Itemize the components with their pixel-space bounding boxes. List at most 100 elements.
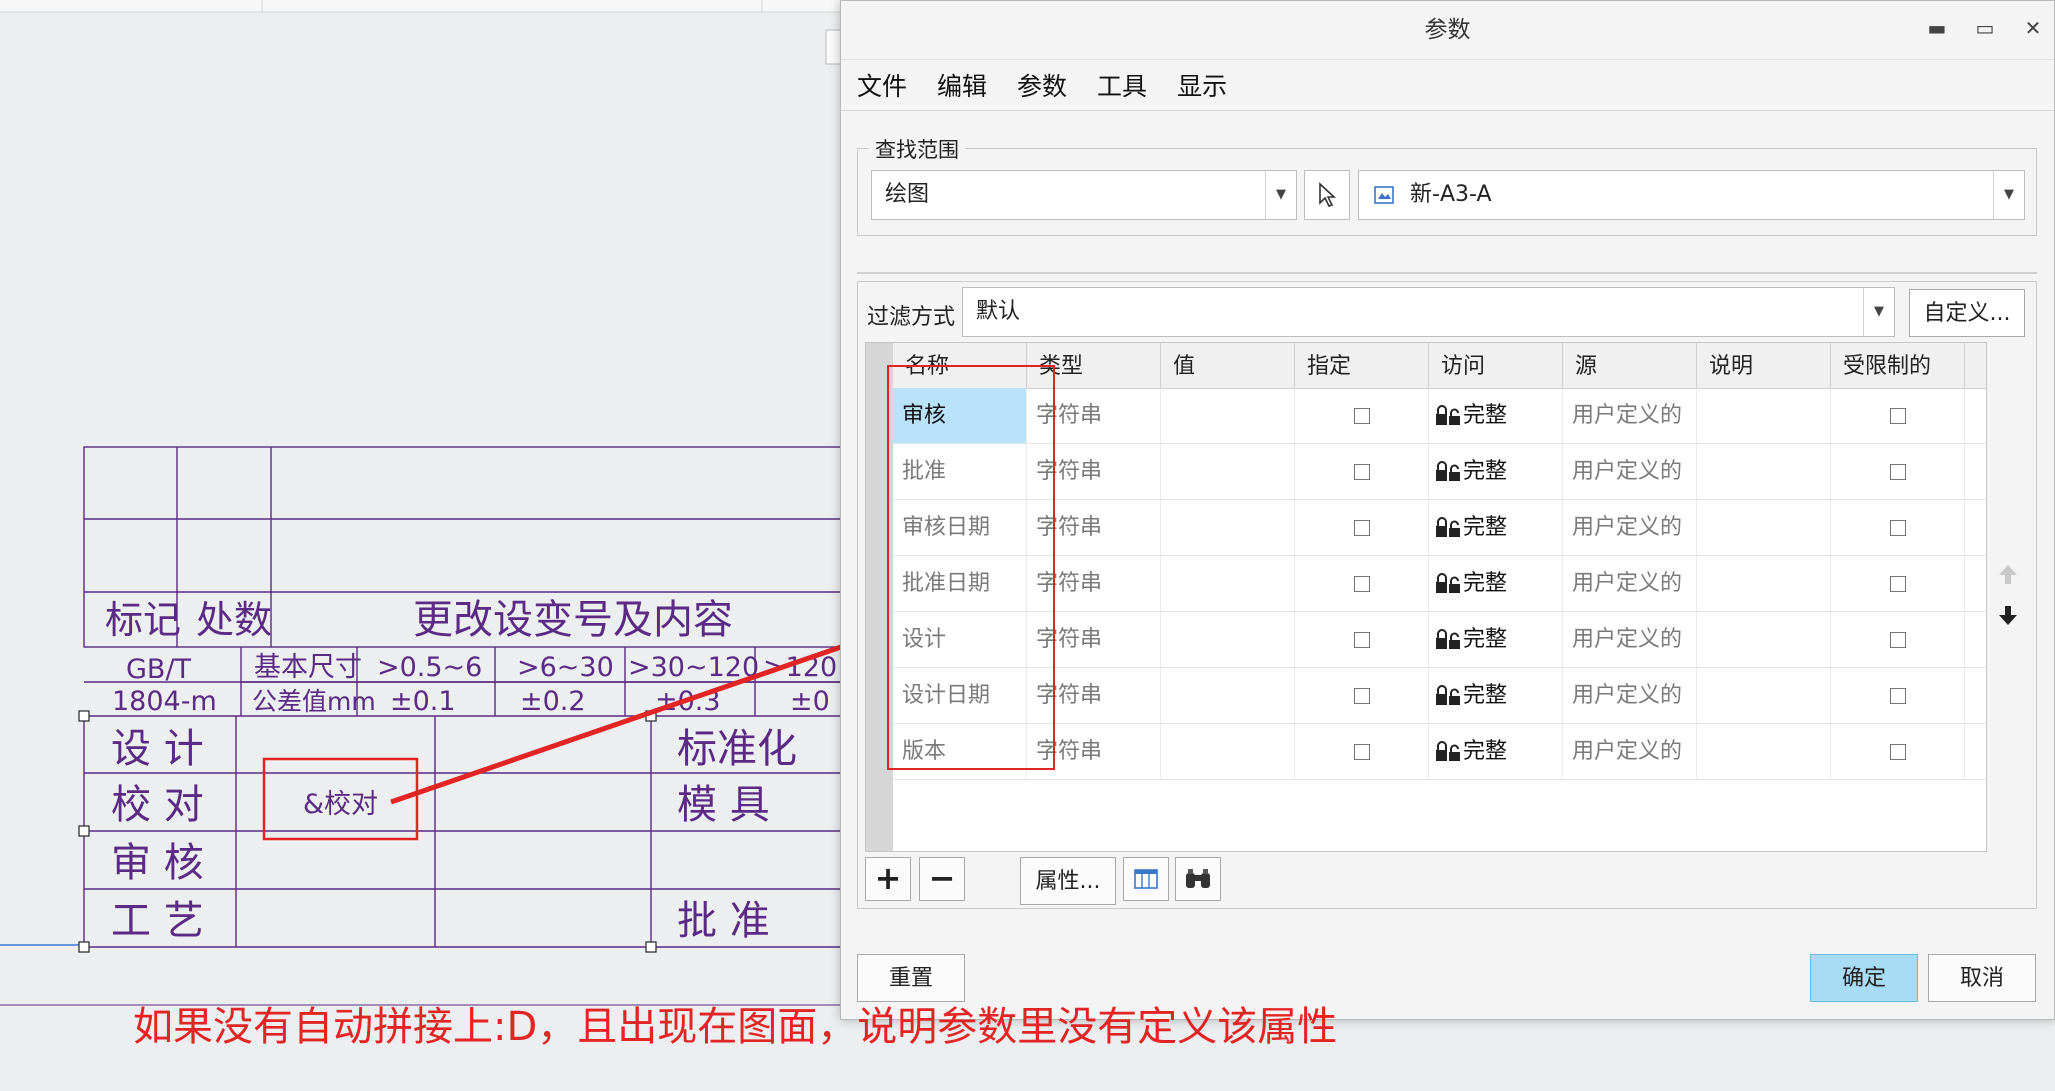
col-source[interactable]: 源 <box>1563 343 1697 388</box>
cell-value[interactable] <box>1161 556 1295 611</box>
checkbox[interactable] <box>1889 576 1906 592</box>
ok-button[interactable]: 确定 <box>1810 954 1918 1002</box>
chevron-down-icon[interactable]: ▼ <box>1993 171 2024 219</box>
table-row[interactable]: 版本 字符串 完整 用户定义的 <box>893 724 1986 780</box>
cell-value[interactable] <box>1161 612 1295 667</box>
cell-name[interactable]: 审核 <box>893 388 1027 443</box>
cell-description[interactable] <box>1697 668 1831 723</box>
cell-access[interactable]: 完整 <box>1429 612 1563 667</box>
menu-parameters[interactable]: 参数 <box>1017 67 1067 103</box>
cell-value[interactable] <box>1161 668 1295 723</box>
close-icon[interactable]: ✕ <box>2022 15 2044 41</box>
cell-name[interactable]: 审核日期 <box>893 500 1027 555</box>
cell-source[interactable]: 用户定义的 <box>1563 500 1697 555</box>
checkbox[interactable] <box>1889 688 1906 704</box>
col-description[interactable]: 说明 <box>1697 343 1831 388</box>
checkbox[interactable] <box>1353 520 1370 536</box>
cell-type[interactable]: 字符串 <box>1027 668 1161 723</box>
cell-restricted[interactable] <box>1831 444 1965 499</box>
table-row[interactable]: 设计 字符串 完整 用户定义的 <box>893 612 1986 668</box>
checkbox[interactable] <box>1353 408 1370 424</box>
cell-source[interactable]: 用户定义的 <box>1563 556 1697 611</box>
cell-value[interactable] <box>1161 724 1295 779</box>
table-row[interactable]: 审核 字符串 完整 用户定义的 <box>893 388 1986 444</box>
check-field-text[interactable]: &校对 <box>303 789 378 820</box>
cell-type[interactable]: 字符串 <box>1027 612 1161 667</box>
remove-parameter-button[interactable]: − <box>919 857 965 901</box>
table-row[interactable]: 设计日期 字符串 完整 用户定义的 <box>893 668 1986 724</box>
cell-restricted[interactable] <box>1831 500 1965 555</box>
cell-name[interactable]: 版本 <box>893 724 1027 779</box>
customize-button[interactable]: 自定义... <box>1909 289 2025 337</box>
col-access[interactable]: 访问 <box>1429 343 1563 388</box>
cell-description[interactable] <box>1697 500 1831 555</box>
cell-designate[interactable] <box>1295 500 1429 555</box>
cell-name[interactable]: 批准日期 <box>893 556 1027 611</box>
cell-access[interactable]: 完整 <box>1429 388 1563 443</box>
cell-value[interactable] <box>1161 388 1295 443</box>
col-type[interactable]: 类型 <box>1027 343 1161 388</box>
move-down-icon[interactable] <box>1996 602 2020 628</box>
table-row[interactable]: 批准日期 字符串 完整 用户定义的 <box>893 556 1986 612</box>
parameters-table[interactable]: 名称 类型 值 指定 访问 源 说明 受限制的 审核 字符串 完整 用户定义的 批准 字符… <box>865 342 1987 852</box>
checkbox[interactable] <box>1889 464 1906 480</box>
cell-access[interactable]: 完整 <box>1429 724 1563 779</box>
cell-type[interactable]: 字符串 <box>1027 500 1161 555</box>
cell-restricted[interactable] <box>1831 556 1965 611</box>
cell-name[interactable]: 设计 <box>893 612 1027 667</box>
checkbox[interactable] <box>1353 744 1370 760</box>
cell-name[interactable]: 设计日期 <box>893 668 1027 723</box>
minimize-icon[interactable]: ▬ <box>1926 15 1948 41</box>
move-up-icon[interactable] <box>1996 562 2020 588</box>
scope-object-select[interactable]: 新-A3-A ▼ <box>1358 170 2025 220</box>
cell-access[interactable]: 完整 <box>1429 556 1563 611</box>
scope-type-select[interactable]: 绘图 ▼ <box>871 170 1297 220</box>
col-value[interactable]: 值 <box>1161 343 1295 388</box>
cell-type[interactable]: 字符串 <box>1027 724 1161 779</box>
cell-description[interactable] <box>1697 444 1831 499</box>
cell-value[interactable] <box>1161 500 1295 555</box>
checkbox[interactable] <box>1353 688 1370 704</box>
filter-select[interactable]: 默认 ▼ <box>962 287 1895 337</box>
cell-source[interactable]: 用户定义的 <box>1563 388 1697 443</box>
checkbox[interactable] <box>1353 576 1370 592</box>
cell-restricted[interactable] <box>1831 668 1965 723</box>
checkbox[interactable] <box>1889 632 1906 648</box>
add-parameter-button[interactable]: + <box>865 857 911 901</box>
cell-designate[interactable] <box>1295 612 1429 667</box>
cell-value[interactable] <box>1161 444 1295 499</box>
columns-button[interactable] <box>1123 857 1169 901</box>
cell-restricted[interactable] <box>1831 612 1965 667</box>
cell-designate[interactable] <box>1295 444 1429 499</box>
chevron-down-icon[interactable]: ▼ <box>1863 288 1894 336</box>
cell-source[interactable]: 用户定义的 <box>1563 444 1697 499</box>
cell-designate[interactable] <box>1295 668 1429 723</box>
checkbox[interactable] <box>1889 520 1906 536</box>
cell-description[interactable] <box>1697 388 1831 443</box>
cell-access[interactable]: 完整 <box>1429 500 1563 555</box>
table-row[interactable]: 批准 字符串 完整 用户定义的 <box>893 444 1986 500</box>
cell-type[interactable]: 字符串 <box>1027 556 1161 611</box>
cell-name[interactable]: 批准 <box>893 444 1027 499</box>
cell-type[interactable]: 字符串 <box>1027 444 1161 499</box>
col-designate[interactable]: 指定 <box>1295 343 1429 388</box>
checkbox[interactable] <box>1353 632 1370 648</box>
col-restricted[interactable]: 受限制的 <box>1831 343 1965 388</box>
find-button[interactable] <box>1175 857 1221 901</box>
chevron-down-icon[interactable]: ▼ <box>1265 171 1296 219</box>
pick-object-button[interactable] <box>1304 170 1350 220</box>
cell-description[interactable] <box>1697 612 1831 667</box>
cell-source[interactable]: 用户定义的 <box>1563 612 1697 667</box>
col-name[interactable]: 名称 <box>893 343 1027 388</box>
cell-source[interactable]: 用户定义的 <box>1563 724 1697 779</box>
cell-description[interactable] <box>1697 724 1831 779</box>
cell-designate[interactable] <box>1295 388 1429 443</box>
cell-restricted[interactable] <box>1831 388 1965 443</box>
cell-access[interactable]: 完整 <box>1429 668 1563 723</box>
cell-designate[interactable] <box>1295 724 1429 779</box>
cell-designate[interactable] <box>1295 556 1429 611</box>
menu-display[interactable]: 显示 <box>1177 67 1227 103</box>
menu-edit[interactable]: 编辑 <box>937 67 987 103</box>
dialog-titlebar[interactable]: 参数 ▬ ▭ ✕ <box>841 1 2054 60</box>
checkbox[interactable] <box>1889 744 1906 760</box>
